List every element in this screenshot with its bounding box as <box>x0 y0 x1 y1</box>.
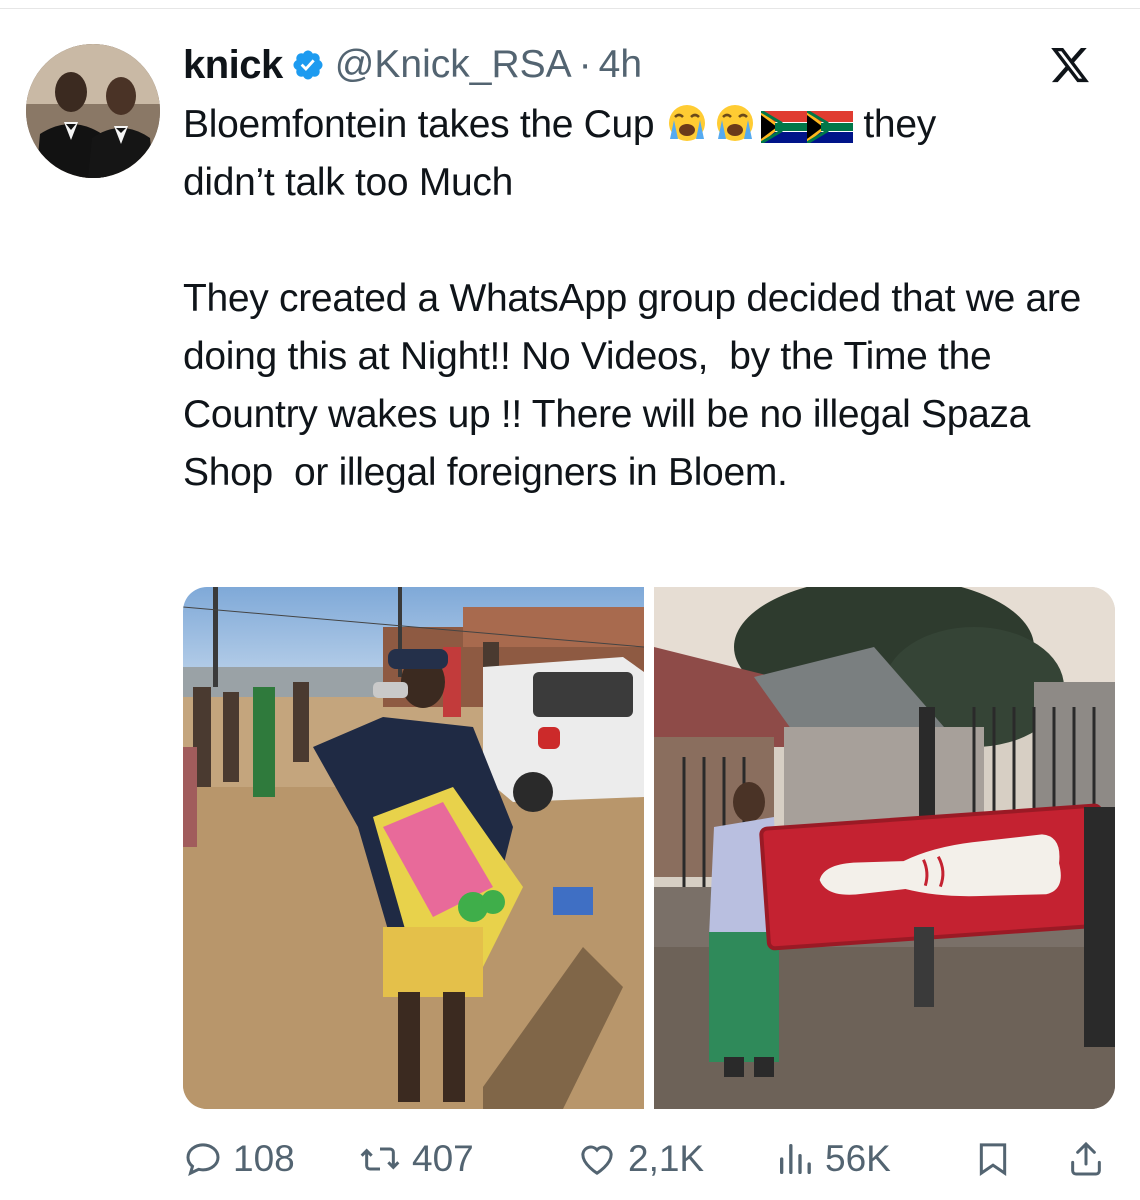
tweet-text-paragraph2: They created a WhatsApp group decided th… <box>183 277 1092 494</box>
loudly-crying-face-icon <box>716 105 753 141</box>
tweet-text-line1-b: they <box>852 103 936 146</box>
separator-dot: · <box>578 43 592 86</box>
reply-button[interactable]: 108 <box>183 1134 295 1184</box>
south-africa-flag-icon <box>806 111 853 143</box>
timestamp[interactable]: 4h <box>599 43 642 87</box>
loudly-crying-face-icon <box>668 105 705 141</box>
media-grid <box>183 587 1115 1109</box>
verified-badge-icon <box>293 50 323 80</box>
repost-icon <box>360 1147 400 1171</box>
media-photo-left[interactable] <box>183 587 644 1109</box>
like-count: 2,1K <box>628 1138 705 1179</box>
share-button[interactable] <box>1066 1134 1116 1184</box>
repost-count: 407 <box>412 1138 474 1179</box>
author-handle[interactable]: @Knick_RSA <box>335 43 572 87</box>
media-photo-right[interactable] <box>654 587 1115 1109</box>
tweet-text: Bloemfontein takes the Cup they didn’t t… <box>183 96 1113 502</box>
tweet-text-spacer <box>183 212 1113 270</box>
tweet-card: knick @Knick_RSA · 4h Bloemfontein takes… <box>0 0 1140 1200</box>
reply-count: 108 <box>233 1138 295 1179</box>
action-bar: 108 407 2,1K 56K <box>183 1134 1115 1184</box>
tweet-text-line1-a: Bloemfontein takes the Cup <box>183 103 665 146</box>
like-button[interactable]: 2,1K <box>576 1134 704 1184</box>
views-count: 56K <box>825 1138 891 1179</box>
tweet-text-line1: Bloemfontein takes the Cup they <box>183 96 1113 154</box>
tweet-header: knick @Knick_RSA · 4h <box>183 42 642 88</box>
south-africa-flag-icon <box>760 111 807 143</box>
tweet-text-line2: didn’t talk too Much <box>183 161 514 204</box>
bookmark-button[interactable] <box>973 1134 1023 1184</box>
x-logo-icon <box>1051 47 1089 83</box>
heart-icon <box>581 1145 613 1175</box>
author-name[interactable]: knick <box>183 43 283 88</box>
reply-icon <box>186 1143 220 1176</box>
divider <box>0 8 1140 9</box>
bookmark-icon <box>979 1143 1007 1177</box>
share-icon <box>1071 1141 1101 1176</box>
avatar[interactable] <box>26 44 160 178</box>
views-chart-icon <box>780 1144 811 1174</box>
repost-button[interactable]: 407 <box>358 1134 474 1184</box>
views-button[interactable]: 56K <box>775 1134 891 1184</box>
